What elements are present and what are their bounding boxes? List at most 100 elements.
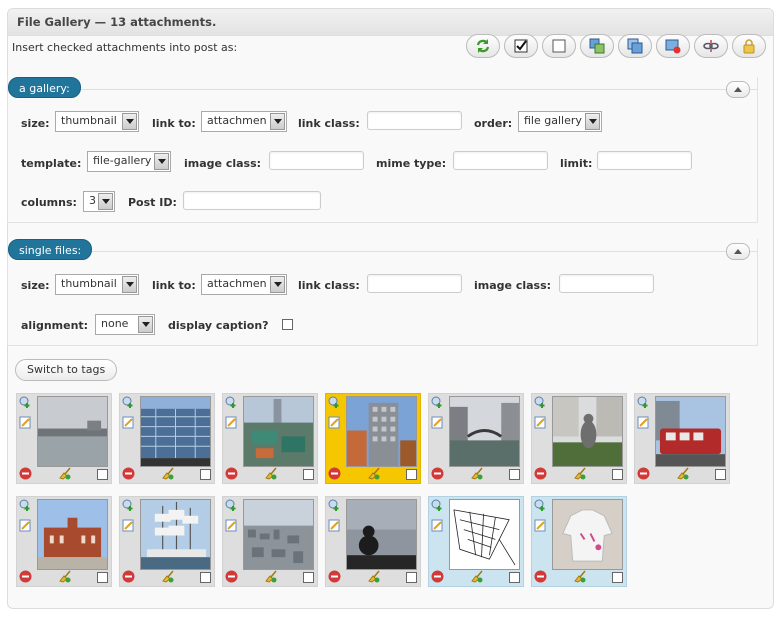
attachment-checkbox[interactable] bbox=[612, 572, 623, 583]
attachment-checkbox[interactable] bbox=[612, 469, 623, 480]
attachment-image[interactable] bbox=[243, 396, 314, 467]
insert-attachment-icon[interactable] bbox=[19, 499, 32, 512]
check-all-button[interactable] bbox=[504, 34, 538, 58]
attachment-image[interactable] bbox=[140, 499, 211, 570]
attachment-thumbnail[interactable] bbox=[119, 393, 215, 484]
single-image-class-input[interactable] bbox=[559, 274, 654, 293]
single-link-to-select[interactable]: attachmen bbox=[201, 274, 287, 295]
edit-attachment-icon[interactable] bbox=[328, 519, 341, 532]
delete-attachment-icon[interactable] bbox=[122, 467, 135, 480]
attachment-checkbox[interactable] bbox=[406, 469, 417, 480]
insert-attachment-icon[interactable] bbox=[328, 499, 341, 512]
delete-attachment-icon[interactable] bbox=[225, 570, 238, 583]
detach-attachment-icon[interactable] bbox=[264, 570, 277, 583]
attachment-checkbox[interactable] bbox=[303, 469, 314, 480]
gallery-image-class-input[interactable] bbox=[269, 151, 364, 170]
attachment-thumbnail[interactable] bbox=[634, 393, 730, 484]
insert-attachment-icon[interactable] bbox=[534, 396, 547, 409]
detach-attachment-icon[interactable] bbox=[161, 570, 174, 583]
lock-button[interactable] bbox=[732, 34, 766, 58]
detach-attachment-icon[interactable] bbox=[58, 570, 71, 583]
unlink-button[interactable] bbox=[694, 34, 728, 58]
delete-attachment-icon[interactable] bbox=[534, 467, 547, 480]
detach-attachment-icon[interactable] bbox=[264, 467, 277, 480]
edit-attachment-icon[interactable] bbox=[225, 519, 238, 532]
delete-image-button[interactable] bbox=[656, 34, 690, 58]
single-files-collapse-button[interactable] bbox=[726, 243, 750, 260]
edit-attachment-icon[interactable] bbox=[225, 416, 238, 429]
attachment-image[interactable] bbox=[449, 499, 520, 570]
insert-attachment-icon[interactable] bbox=[534, 499, 547, 512]
edit-attachment-icon[interactable] bbox=[431, 416, 444, 429]
edit-attachment-icon[interactable] bbox=[328, 416, 341, 429]
insert-attachment-icon[interactable] bbox=[431, 499, 444, 512]
detach-attachment-icon[interactable] bbox=[573, 467, 586, 480]
gallery-limit-input[interactable] bbox=[597, 151, 692, 170]
single-size-select[interactable]: thumbnail bbox=[55, 274, 139, 295]
insert-attachment-icon[interactable] bbox=[19, 396, 32, 409]
edit-attachment-icon[interactable] bbox=[534, 416, 547, 429]
attachment-image[interactable] bbox=[655, 396, 726, 467]
attachment-thumbnail[interactable] bbox=[16, 393, 112, 484]
gallery-size-select[interactable]: thumbnail bbox=[55, 111, 139, 132]
single-link-class-input[interactable] bbox=[367, 274, 462, 293]
edit-attachment-icon[interactable] bbox=[19, 416, 32, 429]
attachment-checkbox[interactable] bbox=[97, 572, 108, 583]
gallery-order-select[interactable]: file gallery bbox=[518, 111, 602, 132]
attachment-thumbnail[interactable] bbox=[428, 393, 524, 484]
attachment-image[interactable] bbox=[140, 396, 211, 467]
attachment-checkbox[interactable] bbox=[715, 469, 726, 480]
duplicate-button[interactable] bbox=[618, 34, 652, 58]
attachment-image[interactable] bbox=[552, 499, 623, 570]
insert-attachment-icon[interactable] bbox=[122, 499, 135, 512]
attachment-checkbox[interactable] bbox=[406, 572, 417, 583]
attachment-image[interactable] bbox=[243, 499, 314, 570]
attachment-image[interactable] bbox=[449, 396, 520, 467]
attachment-thumbnail[interactable] bbox=[222, 393, 318, 484]
refresh-button[interactable] bbox=[466, 34, 500, 58]
display-caption-checkbox[interactable] bbox=[282, 319, 293, 330]
delete-attachment-icon[interactable] bbox=[328, 570, 341, 583]
insert-attachment-icon[interactable] bbox=[225, 396, 238, 409]
attachment-checkbox[interactable] bbox=[200, 572, 211, 583]
switch-to-tags-button[interactable]: Switch to tags bbox=[15, 359, 118, 381]
detach-attachment-icon[interactable] bbox=[470, 570, 483, 583]
edit-attachment-icon[interactable] bbox=[122, 416, 135, 429]
delete-attachment-icon[interactable] bbox=[19, 570, 32, 583]
attachment-checkbox[interactable] bbox=[509, 572, 520, 583]
edit-attachment-icon[interactable] bbox=[122, 519, 135, 532]
delete-attachment-icon[interactable] bbox=[19, 467, 32, 480]
uncheck-all-button[interactable] bbox=[542, 34, 576, 58]
attachment-image[interactable] bbox=[346, 396, 417, 467]
edit-attachment-icon[interactable] bbox=[431, 519, 444, 532]
detach-attachment-icon[interactable] bbox=[470, 467, 483, 480]
attachment-thumbnail[interactable] bbox=[325, 496, 421, 587]
attachment-thumbnail[interactable] bbox=[531, 393, 627, 484]
delete-attachment-icon[interactable] bbox=[534, 570, 547, 583]
attachment-thumbnail[interactable] bbox=[428, 496, 524, 587]
detach-attachment-icon[interactable] bbox=[367, 467, 380, 480]
delete-attachment-icon[interactable] bbox=[431, 467, 444, 480]
detach-attachment-icon[interactable] bbox=[367, 570, 380, 583]
gallery-template-select[interactable]: file-gallery bbox=[87, 151, 171, 172]
gallery-link-to-select[interactable]: attachmen bbox=[201, 111, 287, 132]
single-alignment-select[interactable]: none bbox=[95, 314, 155, 335]
attachment-image[interactable] bbox=[37, 396, 108, 467]
gallery-post-id-input[interactable] bbox=[183, 191, 321, 210]
detach-attachment-icon[interactable] bbox=[161, 467, 174, 480]
attachment-thumbnail[interactable] bbox=[531, 496, 627, 587]
delete-attachment-icon[interactable] bbox=[328, 467, 341, 480]
attachment-checkbox[interactable] bbox=[200, 469, 211, 480]
delete-attachment-icon[interactable] bbox=[637, 467, 650, 480]
gallery-mime-type-input[interactable] bbox=[453, 151, 548, 170]
gallery-link-class-input[interactable] bbox=[367, 111, 462, 130]
delete-attachment-icon[interactable] bbox=[122, 570, 135, 583]
delete-attachment-icon[interactable] bbox=[431, 570, 444, 583]
edit-attachment-icon[interactable] bbox=[19, 519, 32, 532]
attachment-thumbnail[interactable] bbox=[222, 496, 318, 587]
insert-attachment-icon[interactable] bbox=[225, 499, 238, 512]
edit-attachment-icon[interactable] bbox=[637, 416, 650, 429]
gallery-columns-select[interactable]: 3 bbox=[83, 191, 115, 212]
detach-attachment-icon[interactable] bbox=[676, 467, 689, 480]
detach-attachment-icon[interactable] bbox=[58, 467, 71, 480]
